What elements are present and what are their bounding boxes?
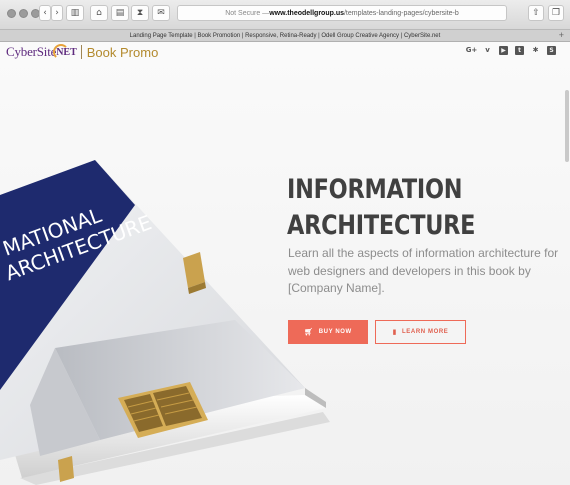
- social-links: G+ v ▶ t ✱ S: [466, 46, 556, 55]
- learn-more-label: LEARN MORE: [402, 329, 449, 335]
- close-window-icon[interactable]: [7, 9, 16, 18]
- address-bar[interactable]: Not Secure — www.theodellgroup.us /templ…: [177, 5, 507, 21]
- minimize-window-icon[interactable]: [19, 9, 28, 18]
- learn-more-button[interactable]: ▮ LEARN MORE: [375, 320, 466, 344]
- browser-toolbar: ‹ › ▥ ⌂ ▤ ⧗ ✉ Not Secure — www.theodellg…: [0, 0, 570, 30]
- hero-headline: INFORMATION ARCHITECTURE: [287, 174, 476, 241]
- new-tab-icon[interactable]: +: [559, 30, 564, 41]
- buy-now-label: BUY NOW: [318, 329, 352, 335]
- sidebar-icon[interactable]: ▥: [66, 5, 84, 21]
- active-tab-title[interactable]: Landing Page Template | Book Promotion |…: [130, 33, 441, 39]
- history-icon[interactable]: ⧗: [131, 5, 149, 21]
- scrollbar[interactable]: [565, 90, 569, 162]
- address-path: /templates-landing-pages/cybersite-b: [343, 9, 459, 17]
- site-logo[interactable]: CyberSite NET Book Promo: [6, 42, 158, 62]
- logo-divider: [80, 45, 82, 59]
- yelp-icon[interactable]: ✱: [531, 46, 540, 55]
- landing-page: CyberSite NET Book Promo G+ v ▶ t ✱ S MA…: [0, 42, 570, 485]
- book-image: MATIONAL ARCHITECTURE: [0, 160, 330, 485]
- buy-now-button[interactable]: 🛒︎ BUY NOW: [288, 320, 368, 344]
- book-icon: ▮: [392, 328, 398, 336]
- cart-icon: 🛒︎: [304, 328, 314, 336]
- vimeo-icon[interactable]: v: [483, 46, 492, 55]
- back-icon[interactable]: ‹: [39, 5, 51, 21]
- logo-swoosh-icon: [53, 43, 70, 60]
- youtube-icon[interactable]: ▶: [499, 46, 508, 55]
- logo-product: Book Promo: [86, 44, 159, 60]
- address-prefix: Not Secure —: [225, 9, 270, 17]
- forward-icon[interactable]: ›: [51, 5, 63, 21]
- logo-suffix: NET: [53, 43, 77, 60]
- home-icon[interactable]: ⌂: [90, 5, 108, 21]
- hero-subtitle: Learn all the aspects of information arc…: [288, 246, 559, 295]
- mail-icon[interactable]: ✉: [152, 5, 170, 21]
- tumblr-icon[interactable]: t: [515, 46, 524, 55]
- google-plus-icon[interactable]: G+: [466, 46, 478, 55]
- tabs-overview-icon[interactable]: ❐: [548, 5, 564, 21]
- tab-bar: Landing Page Template | Book Promotion |…: [0, 30, 570, 42]
- share-icon[interactable]: ⇧: [528, 5, 544, 21]
- print-icon[interactable]: ▤: [111, 5, 129, 21]
- logo-text: CyberSite: [6, 44, 57, 59]
- address-host: www.theodellgroup.us: [269, 9, 344, 17]
- skype-icon[interactable]: S: [547, 46, 556, 55]
